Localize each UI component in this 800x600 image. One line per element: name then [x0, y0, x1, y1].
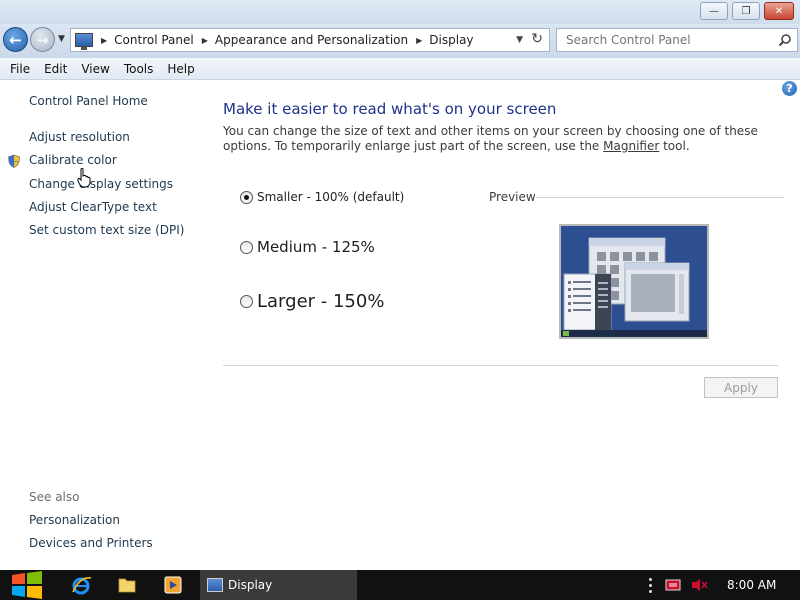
preview-label: Preview — [489, 190, 536, 204]
control-panel-icon — [75, 33, 93, 50]
see-also-heading: See also — [29, 490, 80, 504]
menu-edit[interactable]: Edit — [37, 62, 74, 76]
refresh-icon[interactable]: ↻ — [531, 31, 543, 47]
action-center-icon[interactable] — [665, 577, 681, 593]
devices-and-printers-link[interactable]: Devices and Printers — [29, 536, 153, 550]
custom-text-size-link[interactable]: Set custom text size (DPI) — [29, 223, 184, 237]
menu-bar: File Edit View Tools Help — [0, 58, 800, 80]
navigation-bar: ← → ▼ ▶ Control Panel ▶ Appearance and P… — [0, 24, 800, 58]
apply-button[interactable]: Apply — [704, 377, 778, 398]
radio-medium[interactable] — [240, 240, 253, 254]
menu-tools[interactable]: Tools — [117, 62, 161, 76]
shield-icon — [8, 154, 20, 168]
help-icon[interactable]: ? — [782, 81, 797, 96]
breadcrumb-appearance[interactable]: Appearance and Personalization — [215, 33, 408, 47]
description-text-end: tool. — [659, 139, 690, 153]
breadcrumb-separator-icon[interactable]: ▶ — [202, 36, 208, 45]
taskbar-display-label: Display — [228, 578, 273, 592]
option-medium-label[interactable]: Medium - 125% — [257, 238, 375, 256]
option-larger-label[interactable]: Larger - 150% — [257, 291, 384, 312]
control-panel-home-link[interactable]: Control Panel Home — [29, 94, 148, 108]
breadcrumb-control-panel[interactable]: Control Panel — [114, 33, 194, 47]
preview-desktop-illustration — [561, 226, 707, 337]
content-divider — [223, 365, 778, 366]
windows-logo-icon[interactable] — [10, 570, 44, 600]
breadcrumb-separator-icon[interactable]: ▶ — [416, 36, 422, 45]
address-dropdown-icon[interactable]: ▼ — [516, 35, 523, 45]
breadcrumb-display[interactable]: Display — [429, 33, 473, 47]
adjust-cleartype-link[interactable]: Adjust ClearType text — [29, 200, 157, 214]
option-smaller-label[interactable]: Smaller - 100% (default) — [257, 190, 404, 204]
search-box[interactable] — [556, 28, 798, 52]
option-smaller[interactable]: Smaller - 100% (default) — [240, 190, 404, 204]
taskbar-clock[interactable]: 8:00 AM — [727, 578, 776, 592]
page-description: You can change the size of text and othe… — [223, 124, 783, 154]
taskbar: Display 8:00 AM — [0, 570, 800, 600]
preview-image — [559, 224, 709, 339]
radio-smaller[interactable] — [240, 190, 253, 204]
breadcrumb-separator-icon[interactable]: ▶ — [101, 36, 107, 45]
page-title: Make it easier to read what's on your sc… — [223, 100, 557, 118]
address-bar[interactable]: ▶ Control Panel ▶ Appearance and Persona… — [70, 28, 550, 52]
left-pane: Control Panel Home Adjust resolution Cal… — [0, 80, 205, 570]
minimize-button[interactable]: — — [700, 2, 728, 20]
folder-icon[interactable] — [116, 574, 138, 596]
tray-overflow-icon[interactable] — [649, 578, 653, 593]
close-button[interactable]: ✕ — [764, 2, 794, 20]
hand-cursor-icon — [77, 168, 91, 188]
maximize-button[interactable]: ❐ — [732, 2, 760, 20]
window-titlebar: — ❐ ✕ — [0, 0, 800, 24]
menu-view[interactable]: View — [74, 62, 116, 76]
window-controls: — ❐ ✕ — [700, 2, 794, 20]
display-app-icon — [207, 578, 223, 592]
calibrate-color-link[interactable]: Calibrate color — [29, 153, 117, 167]
recent-pages-dropdown-icon[interactable]: ▼ — [58, 34, 65, 44]
preview-divider — [536, 197, 784, 198]
personalization-link[interactable]: Personalization — [29, 513, 120, 527]
menu-help[interactable]: Help — [160, 62, 201, 76]
menu-file[interactable]: File — [3, 62, 37, 76]
taskbar-display-app[interactable]: Display — [200, 570, 357, 600]
speaker-muted-icon[interactable] — [690, 577, 708, 593]
magnifier-link[interactable]: Magnifier — [603, 139, 659, 153]
forward-button[interactable]: → — [30, 27, 55, 52]
media-player-icon[interactable] — [162, 574, 184, 596]
internet-explorer-icon[interactable] — [70, 574, 92, 596]
search-input[interactable] — [557, 29, 767, 51]
back-button[interactable]: ← — [3, 27, 28, 52]
adjust-resolution-link[interactable]: Adjust resolution — [29, 130, 130, 144]
search-icon[interactable] — [778, 33, 792, 47]
option-medium[interactable]: Medium - 125% — [240, 238, 375, 256]
option-larger[interactable]: Larger - 150% — [240, 291, 384, 312]
change-display-settings-link[interactable]: Change display settings — [29, 177, 173, 191]
radio-larger[interactable] — [240, 295, 253, 308]
